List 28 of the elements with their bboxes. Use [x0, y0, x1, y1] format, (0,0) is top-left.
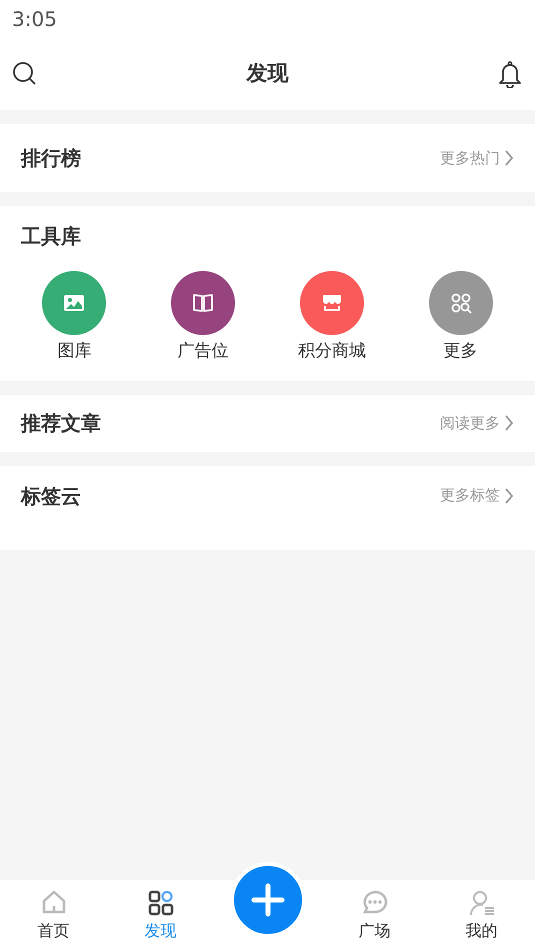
tool-label: 积分商城 — [298, 340, 366, 363]
tool-label: 图库 — [57, 340, 92, 363]
more-link[interactable]: 更多标签 — [440, 484, 514, 507]
bell-icon[interactable] — [497, 60, 523, 88]
tab[interactable]: 发现 — [107, 880, 214, 951]
grid-icon — [448, 291, 473, 315]
section-title: 推荐文章 — [21, 410, 101, 437]
plus-icon — [250, 883, 284, 917]
section-title: 工具库 — [21, 222, 81, 250]
chat-icon — [360, 888, 388, 916]
chevron-right-icon — [504, 414, 514, 432]
tab[interactable]: 首页 — [0, 880, 107, 951]
tool-label: 更多 — [444, 340, 478, 363]
section-title: 标签云 — [21, 482, 81, 510]
more-link[interactable]: 阅读更多 — [440, 412, 514, 434]
grid-icon — [146, 888, 174, 916]
book-icon — [191, 291, 216, 315]
page-title: 发现 — [246, 60, 288, 88]
user-icon — [468, 888, 496, 916]
tab[interactable]: 我的 — [428, 880, 535, 951]
more-link[interactable]: 更多热门 — [440, 146, 514, 170]
tab[interactable]: 广场 — [321, 880, 428, 951]
chevron-right-icon — [504, 486, 514, 504]
search-icon[interactable] — [12, 61, 38, 87]
section-title: 排行榜 — [21, 145, 81, 172]
status-time: 3:05 — [12, 7, 57, 31]
tool-label: 广告位 — [178, 340, 229, 363]
chevron-right-icon — [504, 149, 514, 167]
